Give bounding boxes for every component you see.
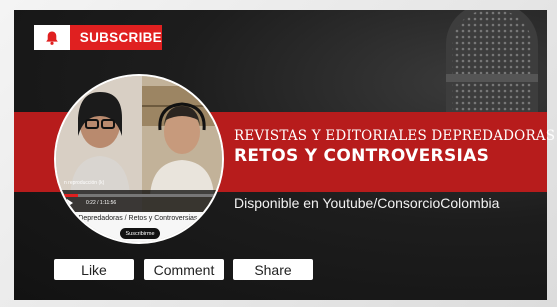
banner-title-line1: REVISTAS Y EDITORIALES DEPREDADORAS [234,128,556,144]
video-caption-sub: bia [62,225,71,231]
youtube-subscribe-button[interactable]: Suscribirme [120,228,160,239]
player-progress-fill [62,194,78,197]
video-caption-title: iales Depredadoras / Retos y Controversi… [62,215,198,222]
video-overlay-label: n reproducción (k) [64,180,105,186]
availability-text: Disponible en Youtube/ConsorcioColombia [234,195,500,211]
player-time: 0:22 / 1:11:56 [86,200,117,206]
share-button[interactable]: Share [233,259,313,280]
play-icon[interactable] [66,199,74,207]
like-button[interactable]: Like [54,259,134,280]
subscribe-button[interactable]: SUBSCRIBE [34,25,162,50]
comment-button[interactable]: Comment [144,259,224,280]
player-progress-track[interactable] [62,194,216,197]
video-preview-circle[interactable]: n reproducción (k) 0:22 / 1:11:56 iales … [54,74,224,244]
bell-icon-box [34,25,70,50]
subscribe-label: SUBSCRIBE [79,30,162,45]
banner-title-line2: RETOS Y CONTROVERSIAS [234,146,490,166]
bell-icon [46,31,58,45]
